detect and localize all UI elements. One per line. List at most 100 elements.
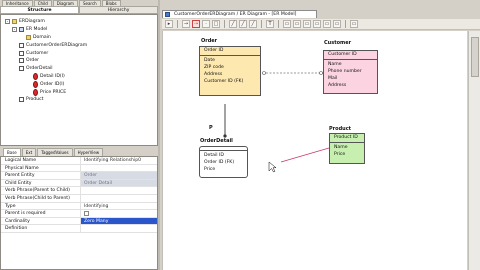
entity-icon — [19, 50, 24, 56]
property-value[interactable] — [81, 210, 157, 217]
entity-orderdetail[interactable]: Detail ID Order ID (FK) Price — [199, 146, 248, 178]
primary-key-attribute: Customer ID — [324, 51, 377, 60]
tree-item[interactable]: -OrderDetail — [1, 65, 157, 73]
tree-item-label: Order — [26, 58, 40, 64]
property-value[interactable]: Identifying — [81, 203, 157, 210]
attribute-list: Detail ID Order ID (FK) Price — [200, 151, 247, 173]
relationship-end-marker — [262, 71, 266, 75]
property-name: Cardinality — [1, 217, 81, 225]
document-tab[interactable]: CustomerOrderERDiagram / ER Diagram - [E… — [162, 10, 317, 18]
attribute: Address — [204, 72, 223, 77]
panel-tab-strip: Structure Hierarchy — [0, 6, 158, 14]
tree-item-label: Detail ID(I) — [40, 73, 65, 79]
entity-order[interactable]: Order ID Date ZIP code Address Customer ID (… — [199, 46, 261, 96]
product-orderdetail-relationship[interactable] — [280, 147, 330, 163]
property-value[interactable] — [81, 195, 157, 202]
expand-toggle-icon — [26, 89, 31, 95]
property-row: Physical Name — [1, 164, 157, 173]
tree-item[interactable]: +Customer — [1, 49, 157, 57]
property-row: Logical Name Identifying Relationship0 — [1, 157, 157, 165]
property-row: Cardinality Zero Many — [1, 217, 157, 226]
tree-item[interactable]: CustomerOrderERDiagram — [1, 41, 157, 49]
tree-item-label: Order ID(I) — [40, 81, 65, 87]
line-icon[interactable]: ╱ — [239, 20, 247, 28]
entity-order-title: Order — [201, 38, 218, 44]
primary-key-attribute: Product ID — [330, 134, 364, 143]
entity-icon — [19, 97, 24, 103]
mouse-cursor-icon — [268, 161, 277, 173]
tree-item[interactable]: +Order — [1, 57, 157, 65]
property-row: Parent Entity Order — [1, 172, 157, 180]
tree-item-label: Customer — [26, 50, 49, 56]
box-icon[interactable]: ▭ — [293, 20, 301, 28]
property-value[interactable] — [81, 165, 157, 172]
property-value[interactable] — [81, 187, 157, 194]
attribute: Name — [334, 145, 348, 150]
diagram-icon — [165, 12, 170, 17]
tree-item[interactable]: - ER Model — [1, 26, 157, 34]
box-icon[interactable]: ▭ — [333, 20, 341, 28]
tree-item-label: CustomerOrderERDiagram — [26, 42, 88, 48]
property-value[interactable]: Zero Many — [81, 217, 157, 225]
tree-item[interactable]: Order ID(I) — [1, 80, 157, 88]
entity-customer[interactable]: Customer ID Name Phone number Mail Address — [323, 50, 378, 94]
relationship-icon[interactable]: ⇢ — [192, 20, 200, 28]
box-icon[interactable]: ▭ — [350, 20, 358, 28]
attribute: Mail — [328, 76, 338, 81]
arrow-icon[interactable]: → — [182, 20, 190, 28]
attribute: Customer ID (FK) — [204, 79, 244, 84]
tab-base[interactable]: Base — [3, 148, 21, 156]
box-icon[interactable]: ▭ — [323, 20, 331, 28]
select-icon[interactable]: ▸ — [165, 20, 173, 28]
expand-toggle-icon[interactable]: - — [12, 27, 17, 33]
tab-hyperview[interactable]: HyperView — [73, 148, 104, 156]
tab-structure[interactable]: Structure — [0, 6, 79, 14]
tree-item[interactable]: Domain — [1, 34, 157, 42]
box-icon[interactable]: ▭ — [303, 20, 311, 28]
box-icon[interactable]: ▭ — [313, 20, 321, 28]
box-icon[interactable]: ▭ — [283, 20, 291, 28]
attr-icon — [33, 88, 38, 96]
expand-toggle-icon — [26, 81, 31, 87]
property-row: Type Identifying — [1, 202, 157, 211]
entity-product-title: Product — [329, 126, 352, 132]
checkbox[interactable] — [84, 211, 89, 217]
attribute: ZIP code — [204, 65, 224, 70]
attribute-list: Name Phone number Mail Address — [324, 60, 377, 89]
line-icon[interactable]: ╱ — [229, 20, 237, 28]
attribute: Date — [204, 58, 215, 63]
entity-icon[interactable]: □ — [212, 20, 220, 28]
annotation-p: P — [209, 125, 213, 131]
entity-product[interactable]: Product ID Name Price — [329, 133, 365, 164]
property-value[interactable]: Order — [81, 172, 157, 179]
tree-item[interactable]: Detail ID(I) — [1, 72, 157, 81]
tree-item[interactable]: +Product — [1, 96, 157, 104]
attribute: Phone number — [328, 69, 362, 74]
text-icon[interactable]: T — [266, 20, 274, 28]
property-value[interactable] — [81, 225, 157, 232]
diagram-canvas[interactable]: Order Order ID Date ZIP code Address Custome… — [162, 31, 467, 270]
pointer-icon[interactable]: · — [202, 20, 210, 28]
property-value[interactable]: Identifying Relationship0 — [81, 157, 157, 164]
folder-icon — [12, 19, 17, 25]
attribute: Price — [334, 152, 346, 157]
model-icon — [19, 27, 24, 33]
canvas-vertical-scrollbar[interactable] — [468, 31, 480, 270]
model-tree[interactable]: - ERDiagram - ER Model Domain CustomerOrderER… — [0, 14, 158, 146]
toolbar-separator — [177, 20, 178, 28]
tree-item[interactable]: - ERDiagram — [1, 18, 157, 26]
document-tab-label: CustomerOrderERDiagram / ER Diagram - [E… — [174, 12, 297, 17]
line-icon[interactable]: ╱ — [249, 20, 257, 28]
expand-toggle-icon[interactable]: - — [5, 19, 10, 25]
tree-item[interactable]: Price PRICE — [1, 88, 157, 96]
property-name: Physical Name — [1, 164, 81, 172]
attribute: Name — [328, 62, 342, 67]
tab-hierarchy[interactable]: Hierarchy — [79, 6, 158, 14]
tree-item-label: Price PRICE — [40, 89, 67, 95]
tab-tagged-values[interactable]: TaggedValues — [37, 148, 73, 156]
scrollbar-thumb[interactable] — [471, 37, 479, 77]
property-name: Child Entity — [1, 179, 81, 187]
panel-splitter[interactable] — [158, 0, 160, 270]
property-value[interactable]: Order Detail — [81, 179, 157, 187]
tab-ext[interactable]: Ext — [21, 148, 37, 156]
